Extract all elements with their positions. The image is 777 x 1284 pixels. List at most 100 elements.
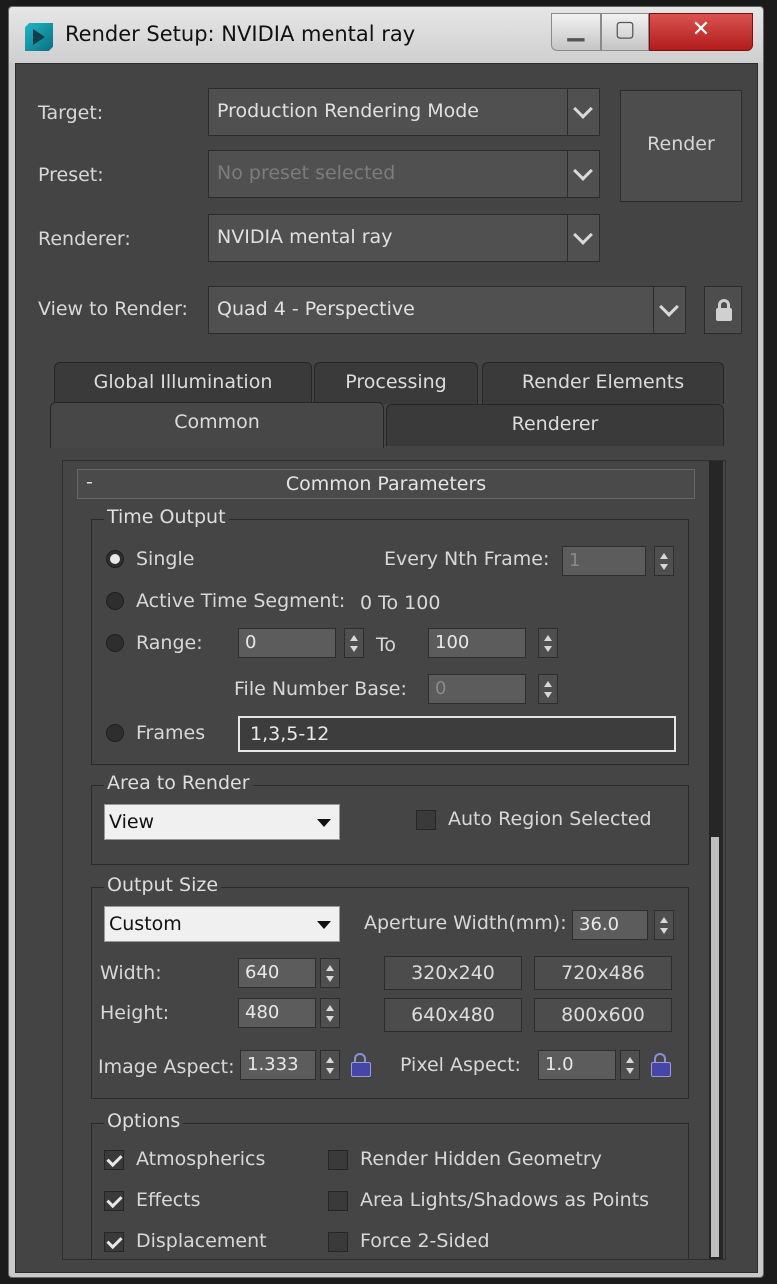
preset-label: Preset:: [38, 164, 104, 186]
displacement-label: Displacement: [136, 1230, 267, 1252]
pixel-aspect-field[interactable]: 1.0: [538, 1050, 616, 1080]
height-spinner[interactable]: [320, 998, 340, 1028]
maximize-icon: ▢: [614, 17, 636, 42]
renderer-label: Renderer:: [38, 228, 131, 250]
maximize-button[interactable]: ▢: [601, 13, 649, 51]
options-group: Options Atmospherics Render Hidden Geome…: [91, 1110, 689, 1259]
tab-label: Renderer: [511, 413, 599, 435]
common-parameters-rollout[interactable]: - Common Parameters: [77, 469, 695, 499]
height-field[interactable]: 480: [238, 998, 316, 1028]
area-to-render-title: Area to Render: [104, 772, 253, 794]
minimize-icon: ▁: [567, 17, 585, 42]
width-field[interactable]: 640: [238, 958, 316, 988]
lock-view-button[interactable]: [704, 286, 742, 334]
displacement-checkbox[interactable]: [104, 1232, 124, 1252]
pixel-aspect-lock-icon[interactable]: [650, 1052, 671, 1077]
range-from-spinner[interactable]: [344, 628, 364, 658]
3dsmax-app-icon: [25, 23, 53, 51]
panel-scrollbar-thumb[interactable]: [711, 837, 719, 1257]
preset-640x480-button[interactable]: 640x480: [384, 998, 522, 1032]
every-nth-label: Every Nth Frame:: [384, 548, 550, 570]
height-label: Height:: [100, 1002, 170, 1024]
tab-common[interactable]: Common: [50, 402, 384, 448]
view-dropdown-arrow[interactable]: [653, 287, 685, 333]
image-aspect-lock-icon[interactable]: [350, 1052, 371, 1077]
range-to-field[interactable]: 100: [428, 628, 526, 658]
target-dropdown[interactable]: Production Rendering Mode: [208, 88, 600, 136]
image-aspect-field[interactable]: 1.333: [240, 1050, 316, 1080]
preset-dropdown[interactable]: No preset selected: [208, 150, 600, 198]
tab-global-illumination[interactable]: Global Illumination: [54, 362, 312, 404]
file-number-base-label: File Number Base:: [234, 678, 407, 700]
aperture-width-field[interactable]: 36.0: [572, 910, 648, 940]
preset-800x600-button[interactable]: 800x600: [534, 998, 672, 1032]
every-nth-value: 1: [569, 550, 581, 571]
render-button[interactable]: Render: [620, 90, 742, 202]
render-setup-window: Render Setup: NVIDIA mental ray ▁ ▢ ✕ Ta…: [8, 6, 764, 1278]
preset-720x486-button[interactable]: 720x486: [534, 956, 672, 990]
chevron-down-icon: [573, 161, 593, 181]
tab-renderer[interactable]: Renderer: [386, 404, 724, 446]
file-number-base-spinner[interactable]: [538, 674, 558, 704]
preset-320x240-button[interactable]: 320x240: [384, 956, 522, 990]
aperture-width-spinner[interactable]: [654, 910, 674, 940]
active-segment-radio[interactable]: [106, 592, 124, 610]
frames-value: 1,3,5-12: [250, 723, 330, 745]
render-hidden-checkbox[interactable]: [328, 1150, 348, 1170]
render-hidden-label: Render Hidden Geometry: [360, 1148, 602, 1170]
atmospherics-label: Atmospherics: [136, 1148, 266, 1170]
area-lights-checkbox[interactable]: [328, 1191, 348, 1211]
title-bar[interactable]: Render Setup: NVIDIA mental ray ▁ ▢ ✕: [9, 7, 763, 63]
range-label: Range:: [136, 632, 203, 654]
close-icon: ✕: [691, 17, 711, 42]
width-spinner[interactable]: [320, 958, 340, 988]
tab-processing[interactable]: Processing: [314, 362, 478, 404]
area-to-render-group: Area to Render View Auto Region Selected: [91, 772, 689, 865]
image-aspect-spinner[interactable]: [320, 1050, 340, 1080]
output-size-group: Output Size Custom Aperture Width(mm): 3…: [91, 874, 689, 1099]
range-to-spinner[interactable]: [538, 628, 558, 658]
height-value: 480: [245, 1002, 280, 1023]
output-size-dropdown[interactable]: Custom: [104, 906, 340, 942]
target-value: Production Rendering Mode: [217, 100, 479, 122]
auto-region-checkbox[interactable]: [416, 810, 436, 830]
range-to-label: To: [376, 634, 397, 656]
minimize-button[interactable]: ▁: [551, 13, 601, 51]
frames-label: Frames: [136, 722, 206, 744]
renderer-value: NVIDIA mental ray: [217, 226, 393, 248]
atmospherics-checkbox[interactable]: [104, 1150, 124, 1170]
aperture-width-value: 36.0: [579, 914, 620, 935]
every-nth-field[interactable]: 1: [562, 546, 646, 576]
image-aspect-label: Image Aspect:: [98, 1056, 235, 1078]
frames-input[interactable]: 1,3,5-12: [238, 716, 676, 752]
dropdown-arrow-icon: [317, 921, 331, 929]
frames-radio[interactable]: [106, 724, 124, 742]
effects-checkbox[interactable]: [104, 1191, 124, 1211]
range-radio[interactable]: [106, 634, 124, 652]
range-from-field[interactable]: 0: [238, 628, 336, 658]
close-button[interactable]: ✕: [649, 13, 753, 51]
aperture-width-label: Aperture Width(mm):: [364, 912, 567, 934]
view-to-render-dropdown[interactable]: Quad 4 - Perspective: [208, 286, 686, 334]
force-two-sided-checkbox[interactable]: [328, 1232, 348, 1252]
target-dropdown-arrow[interactable]: [567, 89, 599, 135]
image-aspect-value: 1.333: [247, 1054, 299, 1075]
rollout-title: Common Parameters: [285, 473, 487, 495]
file-number-base-field[interactable]: 0: [428, 674, 526, 704]
tab-render-elements[interactable]: Render Elements: [482, 362, 724, 404]
file-number-base-value: 0: [435, 678, 447, 699]
pixel-aspect-value: 1.0: [545, 1054, 574, 1075]
pixel-aspect-spinner[interactable]: [620, 1050, 640, 1080]
preset-dropdown-arrow[interactable]: [567, 151, 599, 197]
output-size-title: Output Size: [104, 874, 222, 896]
renderer-dropdown-arrow[interactable]: [567, 215, 599, 261]
area-to-render-dropdown[interactable]: View: [104, 804, 340, 840]
preset-label: 720x486: [561, 962, 645, 984]
dropdown-arrow-icon: [317, 819, 331, 827]
tab-label: Global Illumination: [93, 371, 273, 393]
single-radio[interactable]: [106, 550, 124, 568]
renderer-dropdown[interactable]: NVIDIA mental ray: [208, 214, 600, 262]
pixel-aspect-label: Pixel Aspect:: [400, 1054, 521, 1076]
chevron-down-icon: [573, 225, 593, 245]
every-nth-spinner[interactable]: [654, 546, 674, 576]
